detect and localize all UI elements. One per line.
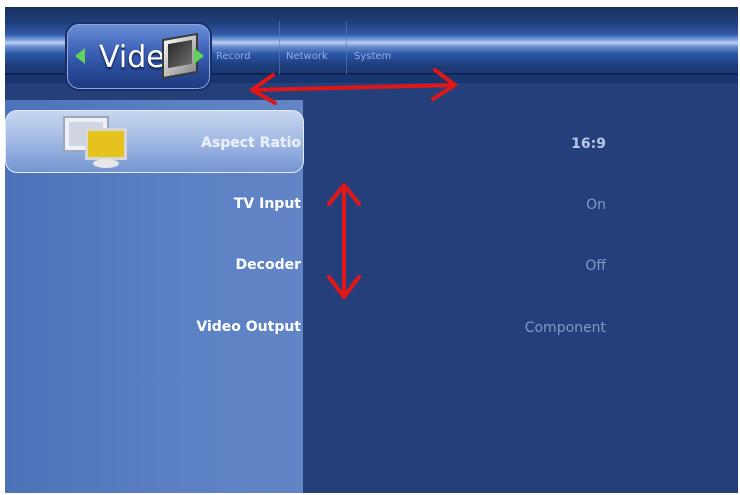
- tab-network[interactable]: Network: [286, 51, 328, 62]
- horizontal-arrow-line: [250, 83, 457, 92]
- left-arrow-icon[interactable]: [75, 48, 85, 64]
- vertical-arrow-bottom-head: [327, 275, 361, 299]
- right-arrow-icon[interactable]: [194, 48, 204, 64]
- tab-separator: [346, 21, 347, 75]
- vertical-arrow-top-head: [327, 183, 361, 206]
- value-video-output: Component: [524, 320, 606, 336]
- value-aspect-ratio: 16:9: [571, 136, 606, 152]
- display-settings-icon: [63, 116, 127, 170]
- settings-screen: Video Record Network System Aspect Ratio…: [5, 7, 738, 493]
- tab-separator: [279, 21, 280, 75]
- menu-item-tv-input[interactable]: TV Input: [234, 196, 301, 212]
- menu-item-aspect-ratio[interactable]: Aspect Ratio: [201, 135, 301, 151]
- tab-system[interactable]: System: [354, 51, 391, 62]
- value-decoder: Off: [585, 258, 606, 274]
- top-navigation-bar: Video Record Network System: [5, 7, 738, 91]
- menu-item-decoder[interactable]: Decoder: [236, 257, 301, 273]
- value-tv-input: On: [586, 197, 606, 213]
- menu-item-video-output[interactable]: Video Output: [196, 319, 301, 335]
- tab-record[interactable]: Record: [216, 51, 251, 62]
- tv-icon: [162, 32, 198, 80]
- tab-video[interactable]: Video: [65, 22, 212, 91]
